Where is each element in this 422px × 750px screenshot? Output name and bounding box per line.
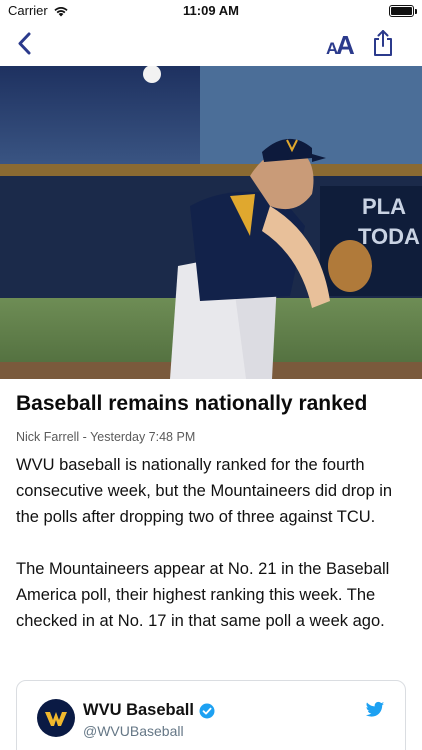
article-paragraph: The Mountaineers appear at No. 21 in the… (16, 560, 390, 630)
battery-icon (389, 5, 417, 17)
nav-bar: A A (0, 22, 422, 66)
battery-cap (415, 9, 417, 14)
svg-text:TODA: TODA (358, 224, 420, 249)
battery-level (391, 7, 412, 15)
chevron-left-icon (18, 32, 31, 55)
hero-image: PLA TODA (0, 66, 422, 379)
article-paragraph: WVU baseball is nationally ranked for th… (16, 456, 393, 526)
back-button[interactable] (14, 29, 42, 59)
share-button[interactable] (372, 28, 394, 58)
tweet-account-name: WVU Baseball (83, 701, 194, 719)
article-headline: Baseball remains nationally ranked (16, 392, 368, 415)
status-time: 11:09 AM (183, 3, 239, 18)
text-size-button[interactable]: A A (324, 30, 358, 60)
tweet-account-handle[interactable]: @WVUBaseball (83, 723, 184, 739)
tweet-embed[interactable]: WVU Baseball @WVUBaseball (16, 680, 406, 750)
tweet-avatar[interactable] (37, 699, 75, 737)
tweet-account-name-row[interactable]: WVU Baseball (83, 701, 215, 720)
share-icon (374, 30, 392, 56)
article-body: WVU baseball is nationally ranked for th… (16, 452, 408, 660)
article-byline: Nick Farrell - Yesterday 7:48 PM (16, 430, 196, 444)
svg-text:PLA: PLA (362, 194, 406, 219)
wvu-logo-icon (45, 712, 67, 726)
text-size-large-glyph: A (336, 30, 355, 60)
baseball-pitcher-photo: PLA TODA (0, 66, 422, 379)
verified-badge-icon (199, 703, 215, 718)
twitter-bird-icon[interactable] (365, 701, 385, 719)
status-bar: Carrier 11:09 AM (0, 0, 422, 22)
